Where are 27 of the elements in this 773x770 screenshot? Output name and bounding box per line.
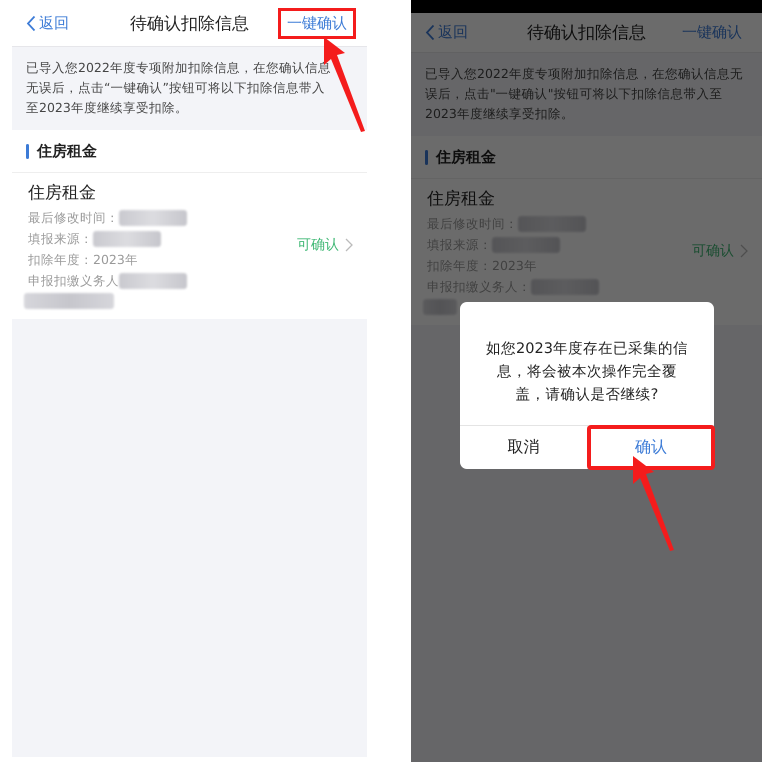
field-label: 最后修改时间： [28,209,119,227]
confirm-button[interactable]: 确认 [588,426,714,469]
field-label: 扣除年度：2023年 [28,251,138,269]
page-title: 待确认扣除信息 [130,12,249,34]
deduction-item[interactable]: 住房租金 最后修改时间： 填报来源： 扣除年度：2023年 申报扣缴义务人 可确认 [12,173,367,319]
chevron-right-icon [740,244,748,258]
notice-text: 已导入您2022年度专项附加扣除信息，在您确认信息无误后，点击“一键确认”按钮可将以下扣除信息带入至2023年度继续享受扣除。 [26,59,332,117]
chevron-left-icon [26,14,36,32]
section-title: 住房租金 [37,142,97,160]
section-accent-bar [26,144,29,158]
confirm-all-button[interactable]: 一键确认 [676,20,748,45]
cancel-button[interactable]: 取消 [460,426,587,469]
redacted-value [423,299,457,315]
field-label: 填报来源： [28,230,93,248]
chevron-right-icon [345,238,353,252]
page-title: 待确认扣除信息 [527,22,646,44]
field-label: 申报扣缴义务人 [28,272,119,290]
back-button[interactable]: 返回 [26,14,69,32]
status-link[interactable]: 可确认 [297,236,353,254]
section-accent-bar [425,150,428,164]
chevron-left-icon [425,24,435,41]
section-title: 住房租金 [436,148,496,166]
item-title: 住房租金 [427,188,496,210]
notice-text: 已导入您2022年度专项附加扣除信息，在您确认信息无误后，点击"一键确认"按钮可将以下扣除信息带入至2023年度继续享受扣除。 [425,65,744,123]
item-title: 住房租金 [28,182,97,204]
dialog-message: 如您2023年度存在已采集的信息，将会被本次操作完全覆盖，请确认是否继续? [485,340,689,405]
back-button[interactable]: 返回 [425,23,468,42]
